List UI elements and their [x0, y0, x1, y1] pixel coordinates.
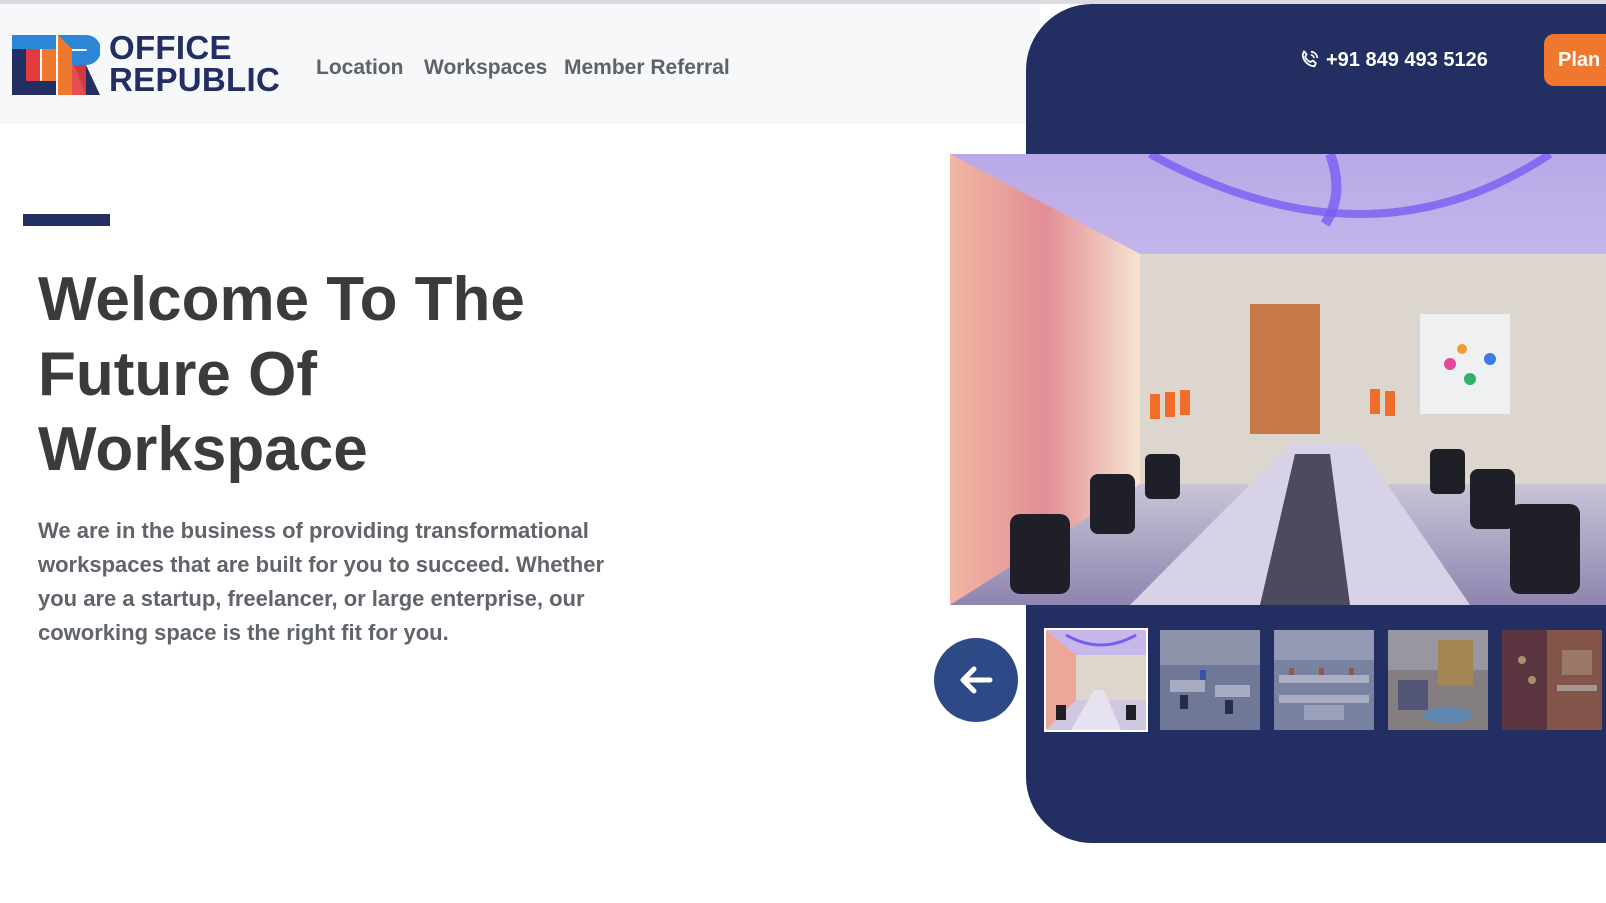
- phone-number[interactable]: +91 849 493 5126: [1326, 49, 1488, 72]
- nav-workspaces[interactable]: Workspaces: [424, 56, 547, 82]
- cafe-thumbnail: [1502, 630, 1602, 730]
- workstations-thumbnail: [1274, 630, 1374, 730]
- phone-link[interactable]: +91 849 493 5126: [1298, 47, 1488, 73]
- lounge-thumbnail: [1388, 630, 1488, 730]
- hero-title: Welcome To The Future Of Workspace: [38, 262, 638, 487]
- hero-title-line-3: Workspace: [38, 415, 368, 484]
- logo-wordmark: OFFICE REPUBLIC: [109, 29, 281, 98]
- gallery-thumbnail-3[interactable]: [1274, 630, 1374, 730]
- gallery-thumbnail-4[interactable]: [1388, 630, 1488, 730]
- hero-title-line-2: Future Of: [38, 340, 317, 409]
- logo-line-republic: REPUBLIC: [109, 61, 281, 98]
- arrow-left-icon: [960, 666, 993, 694]
- site-header: OFFICE REPUBLIC Location Workspaces Memb…: [0, 4, 1040, 124]
- headline-accent-bar: [23, 214, 110, 226]
- nav-member-referral[interactable]: Member Referral: [564, 56, 730, 82]
- nav-workspaces-label[interactable]: Workspaces: [424, 56, 547, 79]
- logo-line-office: OFFICE: [109, 29, 232, 66]
- open-office-thumbnail: [1160, 630, 1260, 730]
- hero-title-line-1: Welcome To The: [38, 265, 525, 334]
- conference-room-thumbnail: [1046, 630, 1146, 730]
- gallery-previous-button[interactable]: [932, 636, 1020, 724]
- plan-a-visit-button[interactable]: Plan A: [1544, 34, 1606, 86]
- nav-member-referral-label[interactable]: Member Referral: [564, 56, 730, 79]
- plan-button-label[interactable]: Plan A: [1558, 49, 1606, 71]
- hero-description: We are in the business of providing tran…: [38, 518, 605, 645]
- nav-location[interactable]: Location: [316, 56, 404, 82]
- conference-room-photo: [950, 154, 1606, 605]
- gallery-thumbnail-2[interactable]: [1160, 630, 1260, 730]
- office-republic-logo[interactable]: OFFICE REPUBLIC: [12, 31, 280, 98]
- logo-mark-icon: [12, 35, 100, 95]
- gallery-thumbnail-5[interactable]: [1502, 630, 1602, 730]
- gallery-thumbnail-1[interactable]: [1044, 628, 1148, 732]
- phone-icon: [1301, 50, 1319, 68]
- nav-location-label[interactable]: Location: [316, 56, 404, 79]
